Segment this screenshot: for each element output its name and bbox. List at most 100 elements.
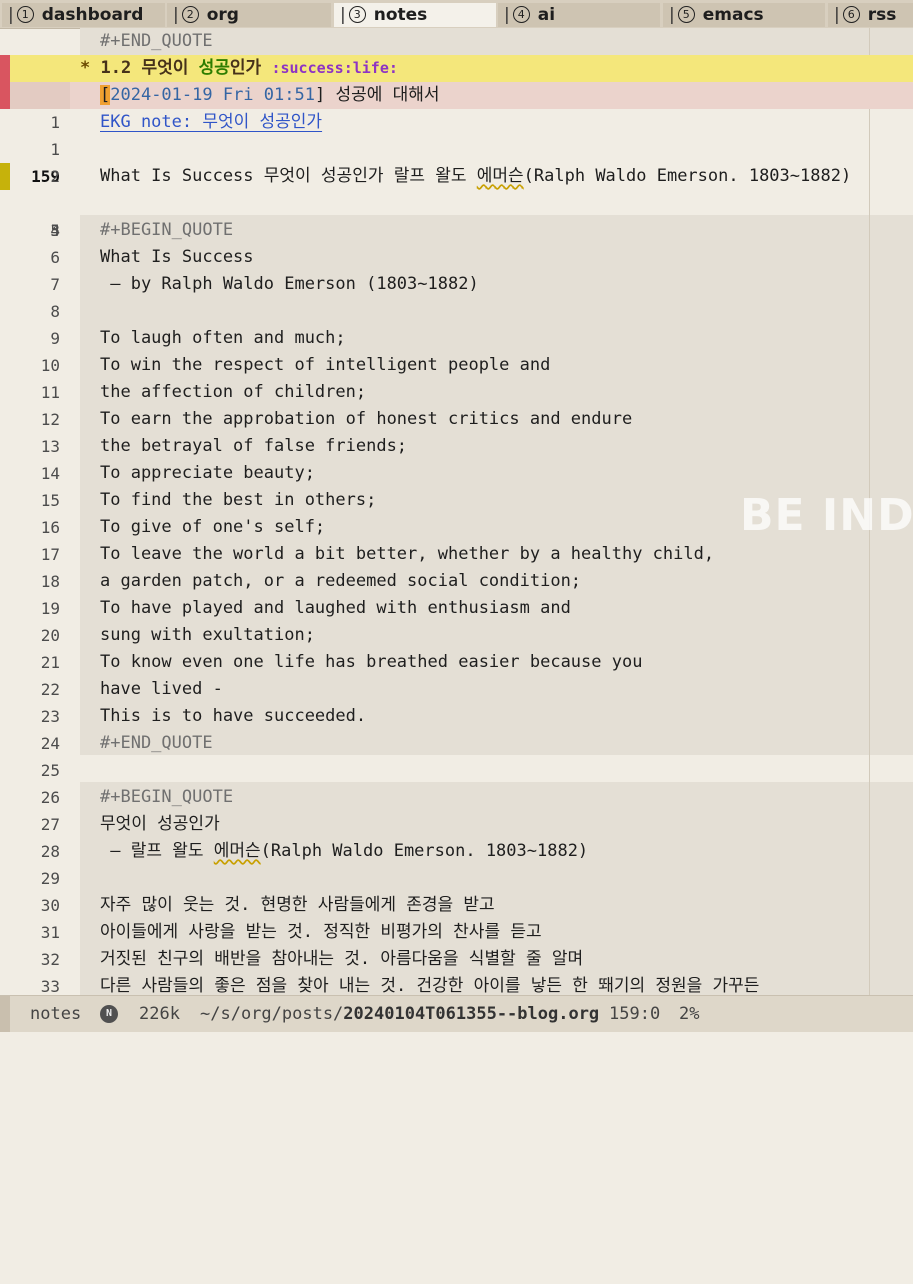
buffer-line[interactable]: 6 What Is Success <box>0 244 913 271</box>
text-cursor: [ <box>100 85 111 105</box>
buffer-line[interactable]: 1 EKG note: 무엇이 성공인가 <box>0 109 913 159</box>
mode-line: notes N 226k ~/s/org/posts/20240104T0613… <box>0 995 913 1032</box>
fringe-marker <box>0 163 10 190</box>
buffer-line[interactable]: 21 To know even one life has breathed eas… <box>0 649 913 676</box>
tab-label: ai <box>537 5 556 25</box>
line-text: 아이들에게 사랑을 받는 것. 정직한 비평가의 찬사를 듣고 <box>100 922 542 942</box>
line-number: 16 <box>40 518 60 537</box>
line-text: To know even one life has breathed easie… <box>100 652 643 672</box>
spellcheck-word[interactable]: 에머슨 <box>214 841 261 861</box>
line-number: 6 <box>50 248 60 267</box>
line-text: To find the best in others; <box>100 490 377 510</box>
buffer-line[interactable]: 27 무엇이 성공인가 <box>0 811 913 838</box>
buffer-line[interactable]: 28 — 랄프 왈도 에머슨(Ralph Waldo Emerson. 1803… <box>0 838 913 865</box>
buffer-line[interactable]: 18 a garden patch, or a redeemed social c… <box>0 568 913 595</box>
tab-notes[interactable]: | 3 notes <box>334 3 496 27</box>
tab-label: rss <box>867 5 897 25</box>
line-number: 14 <box>40 464 60 483</box>
line-text: 다른 사람들의 좋은 점을 찾아 내는 것. 건강한 아이를 낳든 한 뙈기의 … <box>100 976 760 995</box>
line-number: 26 <box>40 788 60 807</box>
buffer-line[interactable]: 13 the betrayal of false friends; <box>0 433 913 460</box>
line-text: — by Ralph Waldo Emerson (1803~1882) <box>100 274 479 294</box>
line-text: the betrayal of false friends; <box>100 436 408 456</box>
buffer-line[interactable]: 30 자주 많이 웃는 것. 현명한 사람들에게 존경을 받고 <box>0 892 913 919</box>
line-number: 13 <box>40 437 60 456</box>
buffer-line[interactable]: 7 — by Ralph Waldo Emerson (1803~1882) <box>0 271 913 298</box>
buffer-line[interactable]: 32 거짓된 친구의 배반을 참아내는 것. 아름다움을 식별할 줄 알며 <box>0 946 913 973</box>
mode-line-file-path[interactable]: ~/s/org/posts/20240104T061355--blog.org <box>200 996 599 1032</box>
heading-tags[interactable]: :success:life: <box>271 59 397 77</box>
spellcheck-word[interactable]: 에머슨 <box>477 166 524 186</box>
mode-line-position: 159:0 <box>609 1004 661 1024</box>
buffer-line[interactable]: 33 다른 사람들의 좋은 점을 찾아 내는 것. 건강한 아이를 낳든 한 뙈기… <box>0 973 913 995</box>
tab-number: 3 <box>348 6 366 23</box>
timestamp-bracket: ] <box>314 85 326 105</box>
line-number: 10 <box>40 356 60 375</box>
org-timestamp[interactable]: 2024-01-19 Fri 01:51 <box>110 85 315 105</box>
fringe-marker <box>0 55 10 82</box>
ekg-note-link[interactable]: EKG note: 무엇이 성공인가 <box>100 109 322 136</box>
tab-org[interactable]: | 2 org <box>167 3 331 27</box>
buffer-line[interactable]: 11 the affection of children; <box>0 379 913 406</box>
buffer-line[interactable]: 22 have lived - <box>0 676 913 703</box>
line-number: 11 <box>40 383 60 402</box>
buffer-line[interactable]: 3 What Is Success 무엇이 성공인가 랄프 왈도 에머슨(Ral… <box>0 163 913 240</box>
tab-emacs[interactable]: | 5 emacs <box>663 3 825 27</box>
line-number: 32 <box>40 950 60 969</box>
tab-bar: | 1 dashboard | 2 org | 3 notes | 4 ai | 5 emacs |… <box>0 0 913 29</box>
tab-number: 2 <box>181 6 199 23</box>
tab-ai[interactable]: | 4 ai <box>498 3 660 27</box>
line-number: 29 <box>40 869 60 888</box>
buffer-line[interactable]: 15 To find the best in others; <box>0 487 913 514</box>
buffer-line[interactable]: 20 sung with exultation; <box>0 622 913 649</box>
buffer-line[interactable]: 17 To leave the world a bit better, wheth… <box>0 541 913 568</box>
buffer-line[interactable]: 4 <box>0 190 913 240</box>
buffer-line[interactable]: 19 To have played and laughed with enthus… <box>0 595 913 622</box>
mode-line-buffer-name[interactable]: notes <box>30 996 81 1032</box>
line-text: — 랄프 왈도 에머슨(Ralph Waldo Emerson. 1803~18… <box>100 838 588 865</box>
line-number: 31 <box>40 923 60 942</box>
buffer-line[interactable]: 16 To give of one's self; <box>0 514 913 541</box>
line-text: 거짓된 친구의 배반을 참아내는 것. 아름다움을 식별할 줄 알며 <box>100 949 584 969</box>
buffer-line[interactable]: 14 To appreciate beauty; <box>0 460 913 487</box>
line-text: To earn the approbation of honest critic… <box>100 409 633 429</box>
tab-rss[interactable]: | 6 rss <box>828 3 913 27</box>
line-number: 27 <box>40 815 60 834</box>
buffer-line[interactable]: 2 <box>0 136 913 186</box>
buffer-line[interactable]: 8 <box>0 298 913 325</box>
buffer-line[interactable]: 23 This is to have succeeded. <box>0 703 913 730</box>
line-text: 자주 많이 웃는 것. 현명한 사람들에게 존경을 받고 <box>100 895 495 915</box>
quote-begin-marker: #+BEGIN_QUOTE <box>100 787 234 807</box>
tab-separator: | <box>834 5 840 25</box>
tab-separator: | <box>669 5 675 25</box>
buffer-line[interactable]: 5 #+BEGIN_QUOTE <box>0 217 913 244</box>
line-number: 9 <box>50 329 60 348</box>
quote-end-marker: #+END_QUOTE <box>100 733 213 753</box>
tab-label: notes <box>373 5 428 25</box>
line-text: have lived - <box>100 679 223 699</box>
current-line[interactable]: 159 [2024-01-19 Fri 01:51] 성공에 대해서 <box>0 82 913 186</box>
buffer-line[interactable]: 29 <box>0 865 913 892</box>
line-number: 15 <box>40 491 60 510</box>
org-heading-line[interactable]: 1 * 1.2 무엇이 성공인가 :success:life: <box>0 55 913 132</box>
tab-label: org <box>206 5 239 25</box>
org-heading: * 1.2 무엇이 성공인가 :success:life: <box>80 55 398 82</box>
line-number: 5 <box>50 221 60 240</box>
buffer-line[interactable]: 25 <box>0 757 913 784</box>
buffer-line[interactable]: 24 #+END_QUOTE <box>0 730 913 757</box>
buffer-line[interactable]: 26 #+BEGIN_QUOTE <box>0 784 913 811</box>
line-number: 17 <box>40 545 60 564</box>
buffer-line[interactable]: 2 #+END_QUOTE <box>0 28 913 78</box>
line-number: 7 <box>50 275 60 294</box>
line-number: 25 <box>40 761 60 780</box>
buffer-line[interactable]: 31 아이들에게 사랑을 받는 것. 정직한 비평가의 찬사를 듣고 <box>0 919 913 946</box>
tab-dashboard[interactable]: | 1 dashboard <box>2 3 165 27</box>
tab-number: 6 <box>842 6 860 23</box>
line-text: To appreciate beauty; <box>100 463 315 483</box>
tab-number: 1 <box>16 6 34 23</box>
buffer-line[interactable]: 9 To laugh often and much; <box>0 325 913 352</box>
tab-separator: | <box>340 5 346 25</box>
editor-buffer[interactable]: BE INDIS 2 #+END_QUOTE 1 * 1.2 무엇이 성공인가 … <box>0 28 913 995</box>
buffer-line[interactable]: 10 To win the respect of intelligent peop… <box>0 352 913 379</box>
buffer-line[interactable]: 12 To earn the approbation of honest crit… <box>0 406 913 433</box>
